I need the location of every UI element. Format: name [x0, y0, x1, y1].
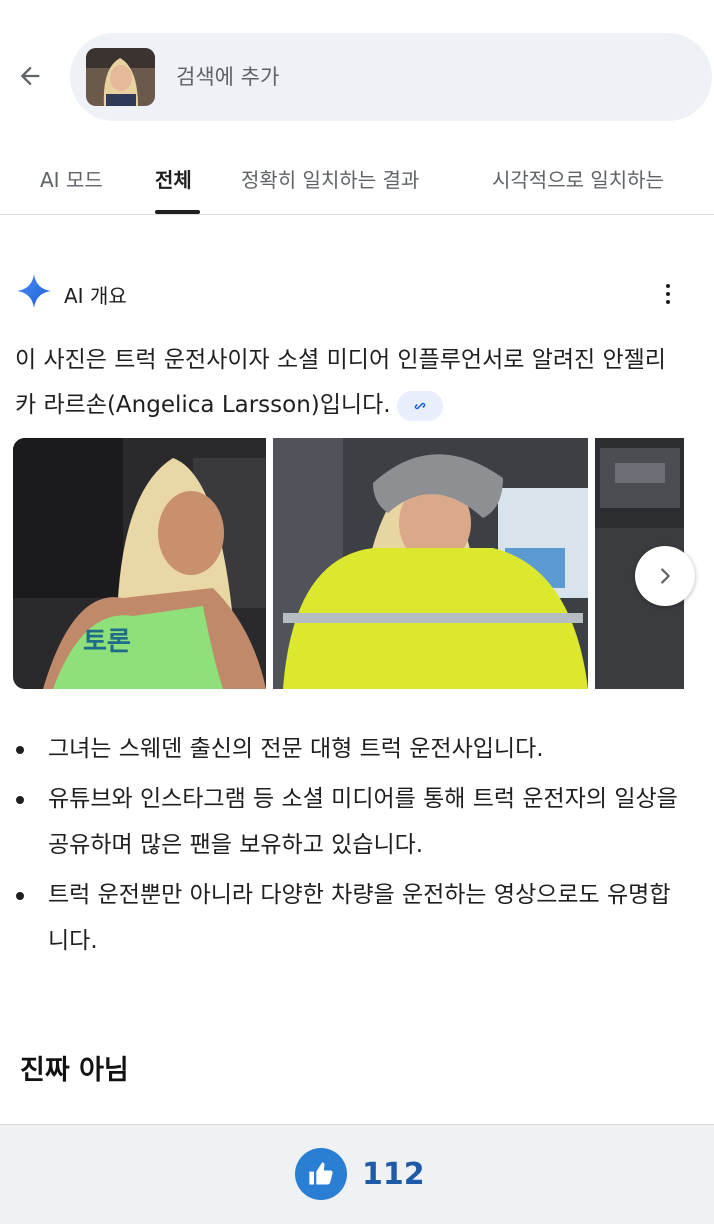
- more-vert-icon: [666, 284, 670, 288]
- tabs-fade: [660, 150, 714, 210]
- back-button[interactable]: [10, 56, 50, 96]
- tab-all[interactable]: 전체: [155, 164, 192, 193]
- result-image-1[interactable]: 토론: [13, 438, 266, 689]
- post-caption: 진짜 아님: [20, 1055, 129, 1086]
- list-item: 유튜브와 인스타그램 등 소셜 미디어를 통해 트럭 운전자의 일상을 공유하며…: [10, 776, 690, 868]
- search-bar[interactable]: [70, 33, 712, 121]
- link-icon: [414, 402, 425, 409]
- ai-overview-title: AI 개요: [64, 284, 127, 308]
- list-item: 트럭 운전뿐만 아니라 다양한 차량을 운전하는 영상으로도 유명합니다.: [10, 872, 690, 964]
- bullet-dot: [16, 796, 24, 804]
- bullet-dot: [16, 746, 24, 754]
- tabs-divider: [0, 214, 714, 215]
- source-link-chip[interactable]: [396, 390, 443, 421]
- summary-text: 이 사진은 트럭 운전사이자 소셜 미디어 인플루언서로 알려진 안젤리카 라르…: [15, 347, 666, 418]
- more-options-button[interactable]: [653, 277, 683, 311]
- footer-bar: [0, 1124, 714, 1224]
- carousel-next-button[interactable]: [635, 546, 695, 606]
- tab-ai-mode[interactable]: AI 모드: [40, 164, 103, 193]
- svg-text:토론: 토론: [83, 626, 131, 656]
- result-image-2[interactable]: [273, 438, 588, 689]
- chevron-right-icon: [661, 568, 670, 584]
- search-input[interactable]: 검색에 추가: [176, 61, 279, 91]
- like-button[interactable]: [295, 1148, 347, 1200]
- ai-overview-summary: 이 사진은 트럭 운전사이자 소셜 미디어 인플루언서로 알려진 안젤리카 라르…: [15, 338, 685, 428]
- tab-exact-match[interactable]: 정확히 일치하는 결과: [241, 164, 419, 193]
- ai-sparkle-icon: [15, 272, 53, 310]
- ai-overview-bullets: 그녀는 스웨덴 출신의 전문 대형 트럭 운전사입니다. 유튜브와 인스타그램 …: [10, 726, 690, 968]
- list-item: 그녀는 스웨덴 출신의 전문 대형 트럭 운전사입니다.: [10, 726, 690, 772]
- tab-visual-match[interactable]: 시각적으로 일치하는: [492, 164, 664, 193]
- like-count: 112: [362, 1157, 425, 1192]
- search-image-thumbnail[interactable]: [86, 48, 155, 106]
- bullet-dot: [16, 892, 24, 900]
- thumbs-up-icon: [309, 1162, 333, 1185]
- arrow-left-icon: [20, 66, 40, 86]
